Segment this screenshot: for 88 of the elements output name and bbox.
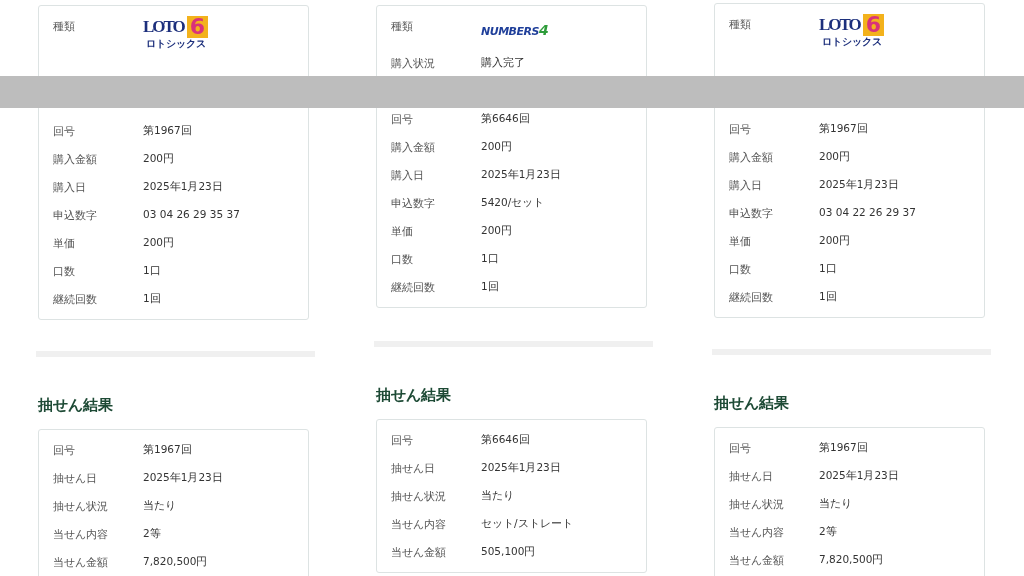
- field-label: 抽せん状況: [53, 499, 109, 514]
- logo-subtitle: ロトシックス: [821, 36, 882, 47]
- field-value: 200円: [819, 233, 851, 249]
- field-label: 口数: [53, 264, 76, 279]
- logo-text: LOTO: [819, 15, 860, 35]
- field-label: 当せん内容: [53, 527, 109, 542]
- field-value: 第6646回: [481, 432, 530, 448]
- field-value: 7,820,500円: [143, 554, 208, 570]
- field-value: 1口: [819, 261, 837, 277]
- field-label: 種類: [729, 17, 752, 32]
- logo-number: 4: [538, 21, 549, 40]
- field-value: 当たり: [143, 498, 176, 514]
- field-label: 当せん金額: [53, 555, 109, 570]
- field-label: 購入日: [729, 178, 763, 193]
- field-label: 購入日: [53, 180, 87, 195]
- logo-subtitle: ロトシックス: [145, 38, 206, 49]
- field-label: 回号: [729, 441, 752, 456]
- field-label: 継続回数: [729, 290, 774, 305]
- field-label: 種類: [391, 19, 414, 34]
- field-value: 505,100円: [481, 544, 536, 560]
- field-label: 当せん金額: [729, 553, 785, 568]
- field-value: 2025年1月23日: [481, 167, 561, 183]
- field-label: 抽せん状況: [729, 497, 785, 512]
- field-value: 2等: [819, 524, 837, 540]
- field-label: 単価: [53, 236, 76, 251]
- field-value: 2025年1月23日: [819, 468, 899, 484]
- field-value: 第1967回: [143, 442, 192, 458]
- field-value: セット/ストレート: [481, 516, 573, 532]
- field-label: 単価: [391, 224, 414, 239]
- field-label: 購入状況: [391, 56, 436, 71]
- field-value: 2025年1月23日: [819, 177, 899, 193]
- field-value: 当たり: [819, 496, 852, 512]
- field-value: 当たり: [481, 488, 514, 504]
- field-label: 購入日: [391, 168, 425, 183]
- field-value: 200円: [481, 139, 513, 155]
- field-label: 回号: [729, 122, 752, 137]
- field-value: 7,820,500円: [819, 552, 884, 568]
- field-value: 200円: [481, 223, 513, 239]
- field-label: 抽せん状況: [391, 489, 447, 504]
- field-label: 申込数字: [391, 196, 436, 211]
- field-label: 継続回数: [391, 280, 436, 295]
- field-value: 1回: [143, 291, 161, 307]
- field-value: 1口: [143, 263, 161, 279]
- field-label: 当せん内容: [391, 517, 447, 532]
- field-label: 申込数字: [729, 206, 774, 221]
- field-label: 口数: [391, 252, 414, 267]
- field-label: 種類: [53, 19, 76, 34]
- field-value: 第1967回: [819, 121, 868, 137]
- field-value: 200円: [819, 149, 851, 165]
- field-value: 03 04 26 29 35 37: [143, 207, 240, 223]
- field-value: 2025年1月23日: [143, 179, 223, 195]
- field-value: 200円: [143, 235, 175, 251]
- field-label: 購入金額: [53, 152, 98, 167]
- field-label: 抽せん日: [391, 461, 436, 476]
- field-value: 2025年1月23日: [481, 460, 561, 476]
- field-value: 5420/セット: [481, 195, 545, 211]
- field-label: 単価: [729, 234, 752, 249]
- field-value: 第1967回: [819, 440, 868, 456]
- logo-text: LOTO: [143, 17, 184, 37]
- logo-number: 6: [862, 14, 885, 36]
- field-value: 2025年1月23日: [143, 470, 223, 486]
- field-label: 回号: [391, 433, 414, 448]
- section-heading: 抽せん結果: [38, 395, 114, 416]
- field-label: 回号: [391, 112, 414, 127]
- field-value: 第1967回: [143, 123, 192, 139]
- field-label: 継続回数: [53, 292, 98, 307]
- field-label: 抽せん日: [729, 469, 774, 484]
- field-value: 購入完了: [481, 55, 525, 71]
- field-value: 1口: [481, 251, 499, 267]
- logo-number: 6: [186, 16, 209, 38]
- logo-text: NUMBERS: [481, 24, 539, 40]
- field-value: 03 04 22 26 29 37: [819, 205, 916, 221]
- section-heading: 抽せん結果: [714, 393, 790, 414]
- field-value: 第6646回: [481, 111, 530, 127]
- field-label: 口数: [729, 262, 752, 277]
- field-label: 申込数字: [53, 208, 98, 223]
- field-value: 1回: [481, 279, 499, 295]
- field-label: 当せん金額: [391, 545, 447, 560]
- section-heading: 抽せん結果: [376, 385, 452, 406]
- field-label: 当せん内容: [729, 525, 785, 540]
- field-value: 1回: [819, 289, 837, 305]
- field-label: 購入金額: [391, 140, 436, 155]
- field-label: 抽せん日: [53, 471, 98, 486]
- field-label: 購入金額: [729, 150, 774, 165]
- field-label: 回号: [53, 443, 76, 458]
- field-value: 200円: [143, 151, 175, 167]
- field-value: 2等: [143, 526, 161, 542]
- field-label: 回号: [53, 124, 76, 139]
